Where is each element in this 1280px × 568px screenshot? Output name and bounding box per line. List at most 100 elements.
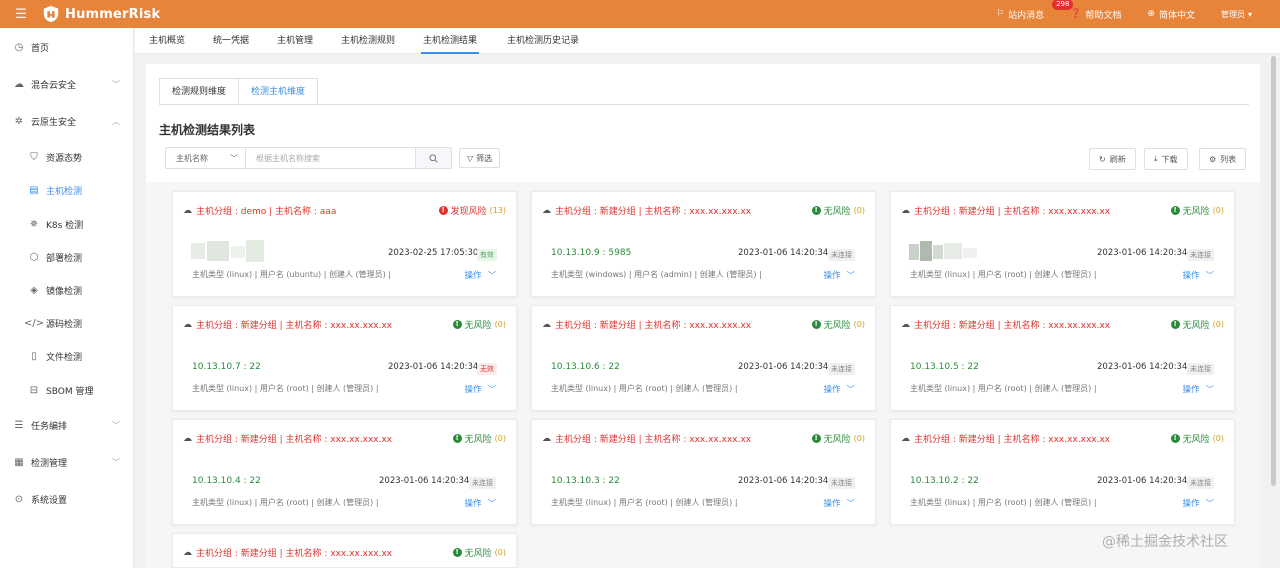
tab-credentials[interactable]: 统一凭据 — [211, 28, 251, 54]
sidebar-item-k8s-check[interactable]: ✵ K8s 检测 — [0, 214, 134, 234]
sidebar-item-code-check[interactable]: </> 源码检测 — [0, 313, 134, 333]
risk-count: (0) — [494, 548, 506, 557]
cloud-icon: ☁ — [183, 433, 192, 444]
filter-button[interactable]: ▽ 筛选 — [459, 148, 501, 168]
help-icon: ❓ — [1070, 9, 1082, 19]
host-card[interactable]: ☁ 主机分组 : 新建分组 | 主机名称 : xxx.xx.xxx.xx ! 无风险… — [172, 419, 517, 525]
alert-icon: ! — [1170, 206, 1180, 215]
operations-dropdown[interactable]: 操作 ﹀ — [823, 497, 855, 509]
sidebar-item-file-check[interactable]: ▯ 文件检测 — [0, 346, 134, 366]
tab-host-management[interactable]: 主机管理 — [275, 28, 315, 54]
tab-host-dimension[interactable]: 检测主机维度 — [239, 78, 319, 105]
chevron-down-icon: ﹀ — [846, 499, 855, 509]
host-card[interactable]: ☁ 主机分组 : 新建分组 | 主机名称 : xxx.xx.xxx.xx ! 无风险… — [890, 305, 1235, 411]
file-icon: ▯ — [31, 350, 37, 362]
image-icon: ◈ — [30, 284, 38, 296]
risk-status: ! 无风险 (0) — [811, 318, 865, 331]
chevron-down-icon: ﹀ — [1205, 499, 1214, 509]
chevron-down-icon: ▾ — [1247, 9, 1252, 19]
card-title-text: 主机分组 : 新建分组 | 主机名称 : xxx.xx.xxx.xx — [555, 207, 752, 217]
tab-host-history[interactable]: 主机检测历史记录 — [505, 28, 581, 54]
created-date: 2023-01-06 14:20:34 — [1097, 362, 1188, 372]
host-card[interactable]: ☁ 主机分组 : 新建分组 | 主机名称 : xxx.xx.xxx.xx ! 无风险… — [172, 533, 517, 568]
tab-host-results[interactable]: 主机检测结果 — [421, 28, 480, 54]
sidebar-item-resource-posture[interactable]: ⛉ 资源态势 — [0, 147, 134, 167]
host-card[interactable]: ☁ 主机分组 : 新建分组 | 主机名称 : xxx.xx.xxx.xx ! 无风险… — [890, 419, 1235, 525]
sidebar-item-settings[interactable]: ⊙ 系统设置 — [0, 489, 134, 509]
sidebar-item-cloud-native[interactable]: ✲ 云原生安全 ︿ — [0, 111, 134, 131]
host-address: 10.13.10.2 : 22 — [910, 476, 979, 486]
card-title-text: 主机分组 : 新建分组 | 主机名称 : xxx.xx.xxx.xx — [196, 549, 393, 559]
sidebar-item-label: 资源态势 — [46, 153, 83, 164]
host-card[interactable]: ☁ 主机分组 : 新建分组 | 主机名称 : xxx.xx.xxx.xx ! 无风险… — [531, 305, 876, 411]
page-scrollbar[interactable] — [1271, 56, 1276, 486]
filter-icon: ▽ — [467, 153, 474, 163]
filter-label: 筛选 — [476, 153, 493, 163]
created-date: 2023-01-06 14:20:34 — [379, 476, 470, 486]
user-menu[interactable]: 管理员 ▾ — [1221, 9, 1252, 20]
help-link[interactable]: ❓ 帮助文档 — [1070, 8, 1121, 21]
sidebar-item-task-orchestration[interactable]: ☰ 任务编排 ﹀ — [0, 415, 134, 435]
risk-count: (0) — [853, 206, 865, 215]
risk-label: 无风险 — [1182, 435, 1210, 445]
grid-icon: ▦ — [14, 456, 24, 468]
status-badge: 未连接 — [828, 477, 855, 489]
host-card[interactable]: ☁ 主机分组 : 新建分组 | 主机名称 : xxx.xx.xxx.xx ! 无风险… — [531, 191, 876, 297]
download-button[interactable]: ⤓ 下载 — [1144, 148, 1188, 170]
tab-rule-dimension[interactable]: 检测规则维度 — [159, 78, 240, 105]
search-button[interactable] — [415, 148, 451, 168]
redacted-address — [909, 241, 977, 261]
host-card[interactable]: ☁ 主机分组 : 新建分组 | 主机名称 : xxx.xx.xxx.xx ! 无风险… — [531, 419, 876, 525]
sidebar-item-deploy-check[interactable]: ⬡ 部署检测 — [0, 247, 134, 267]
refresh-button[interactable]: ↻ 刷新 — [1089, 148, 1136, 170]
created-date: 2023-01-06 14:20:34 — [738, 476, 829, 486]
operations-dropdown[interactable]: 操作 ﹀ — [464, 383, 496, 395]
created-date: 2023-01-06 14:20:34 — [388, 362, 479, 372]
sidebar-item-home[interactable]: ◷ 首页 — [0, 37, 134, 57]
host-card[interactable]: ☁ 主机分组 : 新建分组 | 主机名称 : xxx.xx.xxx.xx ! 无风险… — [890, 191, 1235, 297]
shield-icon: ⛉ — [30, 151, 38, 163]
risk-count: (13) — [489, 206, 506, 215]
card-title: ☁ 主机分组 : 新建分组 | 主机名称 : xxx.xx.xxx.xx — [901, 432, 1110, 446]
operations-dropdown[interactable]: 操作 ﹀ — [1182, 269, 1214, 281]
sidebar-item-check-management[interactable]: ▦ 检测管理 ﹀ — [0, 452, 134, 472]
globe-icon: ⊕ — [1147, 9, 1155, 19]
operations-dropdown[interactable]: 操作 ﹀ — [823, 383, 855, 395]
sidebar-item-label: 混合云安全 — [31, 80, 77, 91]
sidebar-item-sbom[interactable]: ⊟ SBOM 管理 — [0, 380, 134, 400]
alert-icon: ! — [1170, 320, 1180, 329]
risk-status: ! 无风险 (0) — [452, 432, 506, 445]
search-field-select[interactable]: 主机名称 ﹀ — [166, 148, 246, 168]
language-switch[interactable]: ⊕ 简体中文 — [1147, 8, 1195, 21]
tab-host-overview[interactable]: 主机概览 — [147, 28, 187, 54]
tab-host-rules[interactable]: 主机检测规则 — [339, 28, 397, 54]
app-logo[interactable]: HummerRisk — [42, 5, 160, 23]
host-card[interactable]: ☁ 主机分组 : 新建分组 | 主机名称 : xxx.xx.xxx.xx ! 无风险… — [172, 305, 517, 411]
operations-dropdown[interactable]: 操作 ﹀ — [464, 497, 496, 509]
host-card[interactable]: ☁ 主机分组 : demo | 主机名称 : aaa ! 发现风险 (13) 2023… — [172, 191, 517, 297]
refresh-label: 刷新 — [1109, 154, 1126, 164]
sidebar-item-hybrid-cloud[interactable]: ☁ 混合云安全 ﹀ — [0, 74, 134, 94]
user-name: 管理员 — [1220, 9, 1245, 19]
operations-dropdown[interactable]: 操作 ﹀ — [823, 269, 855, 281]
sidebar-item-label: K8s 检测 — [46, 220, 84, 231]
sidebar-item-host-check[interactable]: ▤ 主机检测 — [0, 180, 134, 200]
cloud-icon: ☁ — [183, 319, 192, 330]
bell-icon: ⚐ — [996, 9, 1005, 19]
card-title: ☁ 主机分组 : 新建分组 | 主机名称 : xxx.xx.xxx.xx — [901, 204, 1110, 218]
chevron-down-icon: ﹀ — [487, 271, 496, 281]
operations-label: 操作 — [464, 385, 482, 395]
operations-dropdown[interactable]: 操作 ﹀ — [464, 269, 496, 281]
messages-link[interactable]: ⚐ 站内消息 298 — [996, 0, 1074, 21]
operations-dropdown[interactable]: 操作 ﹀ — [1182, 383, 1214, 395]
operations-dropdown[interactable]: 操作 ﹀ — [1182, 497, 1214, 509]
sidebar-item-image-check[interactable]: ◈ 镜像检测 — [0, 280, 134, 300]
operations-label: 操作 — [1182, 271, 1200, 281]
status-badge: 未连接 — [828, 363, 855, 375]
cloud-icon: ☁ — [901, 205, 910, 216]
status-badge: 无效 — [477, 363, 497, 375]
hamburger-menu-icon[interactable]: ☰ — [0, 7, 42, 22]
search-input[interactable] — [246, 148, 415, 168]
columns-button[interactable]: ⚙ 列表 — [1199, 148, 1247, 170]
chevron-down-icon: ﹀ — [112, 420, 120, 430]
